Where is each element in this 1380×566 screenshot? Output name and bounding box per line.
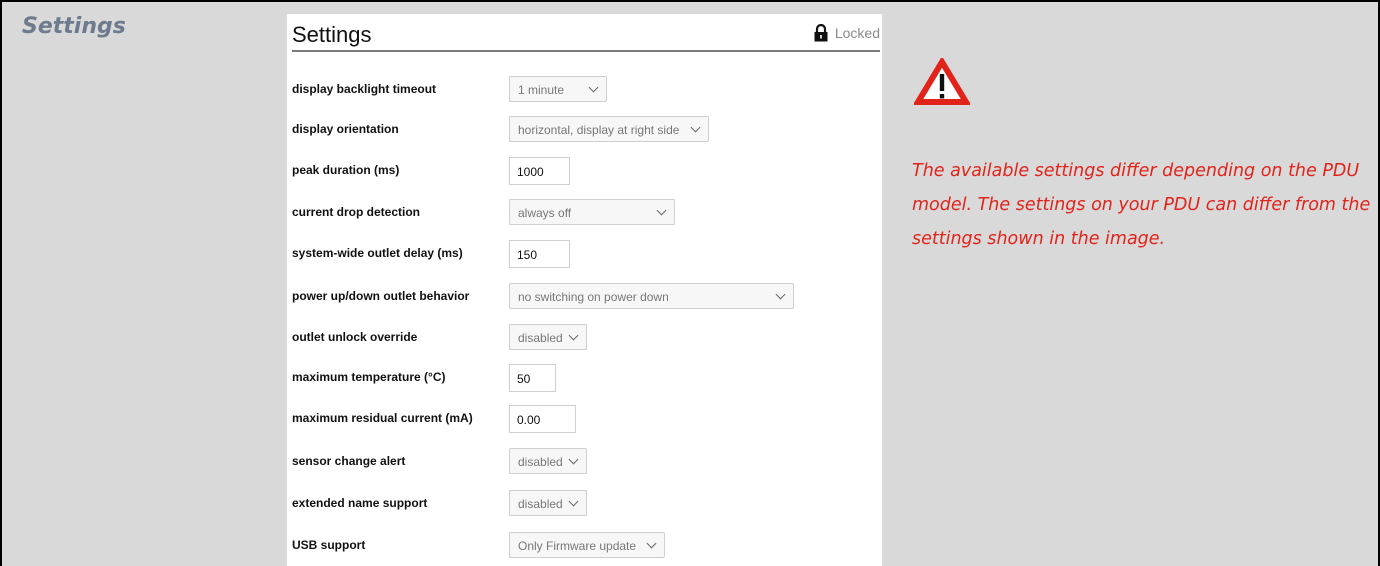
extended-name-support-select[interactable]: disabled (509, 490, 587, 516)
select-value: disabled (518, 455, 563, 469)
setting-row-system-wide-outlet-delay: system-wide outlet delay (ms) 150 (287, 240, 882, 268)
setting-label: USB support (292, 538, 366, 552)
input-value: 0.00 (517, 413, 541, 427)
maximum-temperature-input[interactable]: 50 (509, 364, 556, 392)
setting-row-power-outlet-behavior: power up/down outlet behavior no switchi… (287, 283, 882, 309)
lock-status-label: Locked (834, 25, 880, 41)
setting-label: display backlight timeout (292, 82, 437, 96)
select-value: always off (518, 206, 572, 220)
sensor-change-alert-select[interactable]: disabled (509, 448, 587, 474)
setting-label: extended name support (292, 496, 428, 510)
display-backlight-timeout-select[interactable]: 1 minute (509, 76, 607, 102)
chevron-down-icon (568, 454, 579, 465)
setting-label: display orientation (292, 122, 399, 136)
outlet-delay-input[interactable]: 150 (509, 240, 570, 268)
input-value: 150 (517, 248, 538, 262)
setting-label: system-wide outlet delay (ms) (292, 246, 463, 260)
chevron-down-icon (568, 496, 579, 507)
setting-label: current drop detection (292, 205, 421, 219)
setting-row-peak-duration: peak duration (ms) 1000 (287, 157, 882, 185)
settings-panel: Settings Locked display backlight timeou… (287, 14, 882, 566)
input-value: 1000 (517, 165, 544, 179)
setting-label: power up/down outlet behavior (292, 289, 470, 303)
setting-row-maximum-residual-current: maximum residual current (mA) 0.00 (287, 405, 882, 433)
panel-header: Settings Locked (292, 18, 880, 52)
select-value: no switching on power down (518, 290, 669, 304)
setting-row-sensor-change-alert: sensor change alert disabled (287, 448, 882, 474)
page-frame: Settings Settings Locked display backlig… (0, 0, 1380, 566)
setting-row-outlet-unlock-override: outlet unlock override disabled (287, 324, 882, 350)
select-value: horizontal, display at right side (518, 123, 680, 137)
display-orientation-select[interactable]: horizontal, display at right side (509, 116, 709, 142)
setting-label: outlet unlock override (292, 330, 418, 344)
usb-support-select[interactable]: Only Firmware update (509, 532, 665, 558)
select-value: disabled (518, 331, 563, 345)
setting-label: maximum temperature (°C) (292, 370, 446, 384)
setting-label: maximum residual current (mA) (292, 411, 473, 425)
setting-row-maximum-temperature: maximum temperature (°C) 50 (287, 364, 882, 392)
setting-row-current-drop-detection: current drop detection always off (287, 199, 882, 225)
setting-row-display-orientation: display orientation horizontal, display … (287, 116, 882, 142)
setting-label: peak duration (ms) (292, 163, 400, 177)
setting-row-display-backlight-timeout: display backlight timeout 1 minute (287, 76, 882, 102)
warning-triangle-icon (914, 58, 970, 105)
chevron-down-icon (690, 122, 701, 133)
setting-row-usb-support: USB support Only Firmware update (287, 532, 882, 558)
peak-duration-input[interactable]: 1000 (509, 157, 570, 185)
padlock-icon (814, 24, 828, 42)
chevron-down-icon (568, 330, 579, 341)
chevron-down-icon (588, 82, 599, 93)
lock-status[interactable]: Locked (813, 24, 880, 42)
chevron-down-icon (656, 205, 667, 216)
setting-row-extended-name-support: extended name support disabled (287, 490, 882, 516)
panel-title: Settings (292, 22, 372, 47)
select-value: 1 minute (518, 83, 565, 97)
section-title: Settings (22, 14, 126, 39)
outlet-unlock-override-select[interactable]: disabled (509, 324, 587, 350)
settings-note: The available settings differ depending … (912, 161, 1371, 249)
select-value: Only Firmware update (518, 539, 637, 553)
chevron-down-icon (775, 289, 786, 300)
setting-label: sensor change alert (292, 454, 406, 468)
current-drop-detection-select[interactable]: always off (509, 199, 675, 225)
chevron-down-icon (646, 538, 657, 549)
power-outlet-behavior-select[interactable]: no switching on power down (509, 283, 794, 309)
select-value: disabled (518, 497, 563, 511)
maximum-residual-current-input[interactable]: 0.00 (509, 405, 576, 433)
input-value: 50 (517, 372, 531, 386)
